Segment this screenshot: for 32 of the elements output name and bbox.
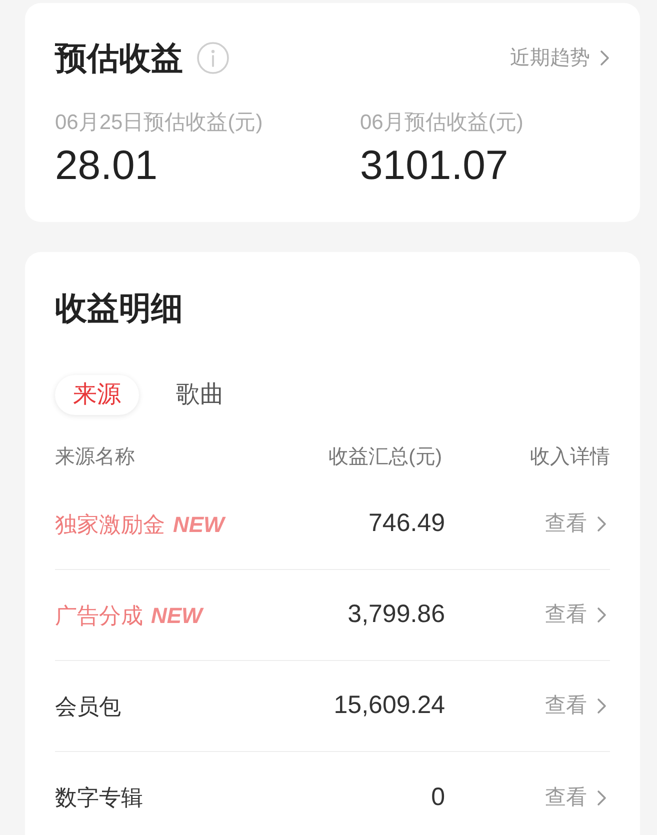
card-title: 预估收益	[55, 39, 183, 77]
stat-label: 06月25日预估收益(元)	[55, 110, 264, 136]
view-link[interactable]: 查看	[545, 511, 607, 537]
tab[interactable]: 来源	[55, 375, 139, 415]
chevron-right-icon	[597, 790, 607, 806]
column-header: 来源名称	[55, 445, 136, 470]
income-total: 746.49	[368, 508, 445, 540]
trend-link[interactable]: 近期趋势	[510, 45, 610, 71]
new-label: NEW	[151, 602, 202, 630]
card-title: 收益明细	[55, 289, 184, 327]
stat-value: 3101.07	[360, 141, 510, 190]
source-name: 独家激励金	[55, 510, 165, 538]
info-icon[interactable]	[197, 42, 229, 74]
stat-value: 28.01	[55, 141, 159, 190]
chevron-right-icon	[597, 516, 607, 532]
source-name: 会员包	[55, 692, 121, 720]
income-total: 0	[431, 782, 445, 813]
column-header: 收入详情	[529, 445, 610, 470]
source-name: 数字专辑	[55, 784, 143, 812]
view-link[interactable]: 查看	[545, 693, 607, 719]
new-label: NEW	[173, 510, 224, 538]
source-name: 广告分成	[55, 602, 143, 630]
view-link[interactable]: 查看	[545, 602, 607, 628]
income-total: 15,609.24	[334, 690, 445, 722]
chevron-right-icon	[600, 50, 610, 66]
chevron-right-icon	[597, 607, 607, 623]
chevron-right-icon	[597, 698, 607, 714]
view-link[interactable]: 查看	[545, 784, 607, 810]
income-total: 3,799.86	[348, 599, 445, 630]
column-header: 收益汇总(元)	[328, 445, 442, 470]
tab[interactable]: 歌曲	[158, 375, 242, 415]
stat-label: 06月预估收益(元)	[360, 110, 524, 136]
